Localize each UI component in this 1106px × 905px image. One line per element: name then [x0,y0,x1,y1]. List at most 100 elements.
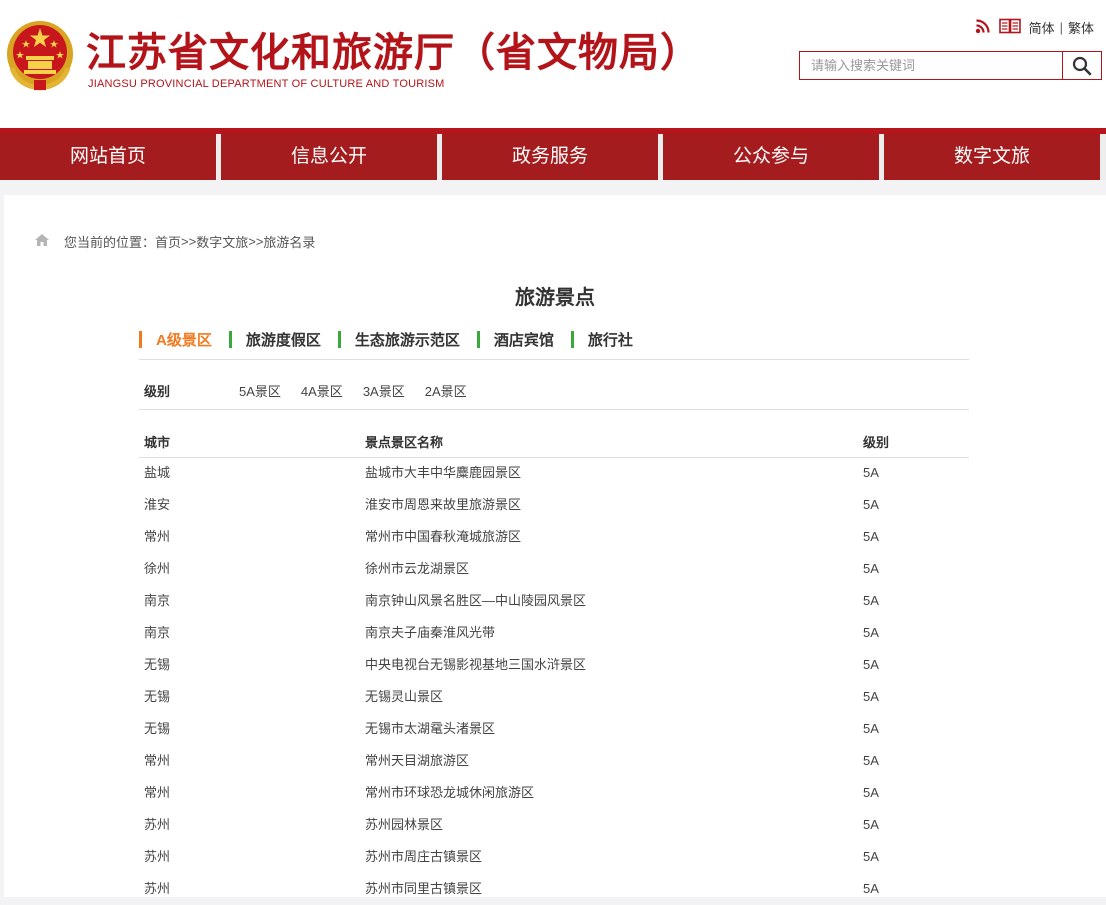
tab-marker [337,331,341,348]
tab-label: A级景区 [156,332,212,349]
city-cell: 常州 [144,753,171,768]
nav-item-public-participation[interactable]: 公众参与 [663,134,879,180]
breadcrumb-separator: >> [248,234,264,249]
nav-item-home[interactable]: 网站首页 [0,134,216,180]
category-tabs: A级景区 旅游度假区 生态旅游示范区 酒店宾馆 旅行社 [139,329,650,350]
breadcrumb-home[interactable]: 首页 [155,232,181,251]
nav-item-info-disclosure[interactable]: 信息公开 [221,134,437,180]
scenic-name-link[interactable]: 苏州市同里古镇景区 [365,873,482,905]
table-row: 常州 常州市环球恐龙城休闲旅游区 5A [139,777,969,809]
rss-icon[interactable] [975,18,991,37]
level-cell: 5A [863,497,879,512]
table-row: 无锡 无锡灵山景区 5A [139,681,969,713]
scenic-name-link[interactable]: 盐城市大丰中华麋鹿园景区 [365,457,521,489]
scenic-name-link[interactable]: 常州市环球恐龙城休闲旅游区 [365,777,534,809]
table-row: 无锡 中央电视台无锡影视基地三国水浒景区 5A [139,649,969,681]
city-cell: 徐州 [144,561,171,576]
book-icon[interactable] [998,18,1021,37]
site-title[interactable]: 江苏省文化和旅游厅（省文物局） [86,20,701,78]
column-header-level: 级别 [863,435,890,450]
page-title: 旅游景点 [515,287,595,309]
scenic-name-link[interactable]: 苏州市周庄古镇景区 [365,841,482,873]
scenic-name-link[interactable]: 淮安市周恩来故里旅游景区 [365,489,521,521]
level-cell: 5A [863,657,879,672]
level-cell: 5A [863,785,879,800]
level-cell: 5A [863,817,879,832]
scenic-name-link[interactable]: 中央电视台无锡影视基地三国水浒景区 [365,649,586,681]
table-row: 苏州 苏州市同里古镇景区 5A [139,873,969,905]
search-button[interactable] [1062,52,1101,79]
tab-resort[interactable]: 旅游度假区 [228,329,321,350]
national-emblem-icon[interactable] [4,18,76,94]
city-cell: 无锡 [144,689,171,704]
tab-label: 旅游度假区 [245,332,321,349]
tab-eco-demo-zone[interactable]: 生态旅游示范区 [337,329,460,350]
scenic-name-link[interactable]: 常州市中国春秋淹城旅游区 [365,521,521,553]
scenic-name-link[interactable]: 徐州市云龙湖景区 [365,553,469,585]
divider [139,359,969,360]
breadcrumb-tourism-directory[interactable]: 旅游名录 [263,232,315,251]
level-option-4a[interactable]: 4A景区 [301,381,343,400]
table-row: 南京 南京夫子庙秦淮风光带 5A [139,617,969,649]
language-separator: | [1059,20,1063,35]
traditional-chinese-link[interactable]: 繁体 [1068,18,1094,37]
city-cell: 盐城 [144,465,171,480]
search-icon [1072,56,1092,75]
scenic-name-link[interactable]: 苏州园林景区 [365,809,443,841]
level-cell: 5A [863,881,879,896]
city-cell: 常州 [144,785,171,800]
scenic-name-link[interactable]: 无锡灵山景区 [365,681,443,713]
search-input[interactable] [800,52,1062,79]
table-row: 常州 常州天目湖旅游区 5A [139,745,969,777]
site-subtitle: JIANGSU PROVINCIAL DEPARTMENT OF CULTURE… [88,78,445,90]
nav-item-gov-services[interactable]: 政务服务 [442,134,658,180]
site-header: 江苏省文化和旅游厅（省文物局） JIANGSU PROVINCIAL DEPAR… [0,0,1106,128]
level-option-3a[interactable]: 3A景区 [363,381,405,400]
level-cell: 5A [863,625,879,640]
tab-a-level-scenic[interactable]: A级景区 [139,329,212,350]
scenic-name-link[interactable]: 常州天目湖旅游区 [365,745,469,777]
table-row: 南京 南京钟山风景名胜区—中山陵园风景区 5A [139,585,969,617]
table-row: 常州 常州市中国春秋淹城旅游区 5A [139,521,969,553]
scenic-table-body: 盐城 盐城市大丰中华麋鹿园景区 5A 淮安 淮安市周恩来故里旅游景区 5A 常州 常州市中国春… [139,457,969,905]
level-cell: 5A [863,689,879,704]
table-row: 苏州 苏州园林景区 5A [139,809,969,841]
top-links: 简体 | 繁体 [975,18,1094,37]
search-box [799,51,1102,80]
scenic-name-link[interactable]: 南京钟山风景名胜区—中山陵园风景区 [365,585,586,617]
breadcrumb-separator: >> [181,234,197,249]
tab-marker [228,331,232,348]
simplified-chinese-link[interactable]: 简体 [1029,18,1055,37]
level-filter: 级别 5A景区 4A景区 3A景区 2A景区 [144,381,487,400]
level-cell: 5A [863,849,879,864]
home-icon[interactable] [34,233,50,250]
nav-item-digital-tourism[interactable]: 数字文旅 [884,134,1100,180]
city-cell: 苏州 [144,849,171,864]
column-header-city: 城市 [144,435,171,450]
tab-travel-agency[interactable]: 旅行社 [570,329,633,350]
tab-label: 旅行社 [587,332,633,349]
breadcrumb-prefix: 您当前的位置： [64,235,156,250]
tab-marker [570,331,574,348]
city-cell: 无锡 [144,721,171,736]
table-row: 淮安 淮安市周恩来故里旅游景区 5A [139,489,969,521]
tab-hotels[interactable]: 酒店宾馆 [476,329,554,350]
table-row: 盐城 盐城市大丰中华麋鹿园景区 5A [139,457,969,489]
level-option-5a[interactable]: 5A景区 [239,381,281,400]
main-nav: 网站首页 信息公开 政务服务 公众参与 数字文旅 [0,128,1106,180]
column-header-name: 景点景区名称 [365,435,444,450]
table-row: 苏州 苏州市周庄古镇景区 5A [139,841,969,873]
level-cell: 5A [863,753,879,768]
city-cell: 无锡 [144,657,171,672]
level-cell: 5A [863,561,879,576]
level-option-2a[interactable]: 2A景区 [425,381,467,400]
level-cell: 5A [863,593,879,608]
breadcrumb-digital-tourism[interactable]: 数字文旅 [196,232,248,251]
main-content: 您当前的位置： 首页 >> 数字文旅 >> 旅游名录 旅游景点 A级景区 旅游度… [4,195,1106,897]
scenic-name-link[interactable]: 南京夫子庙秦淮风光带 [365,617,495,649]
scenic-name-link[interactable]: 无锡市太湖鼋头渚景区 [365,713,495,745]
table-row: 徐州 徐州市云龙湖景区 5A [139,553,969,585]
nav-divider [1100,134,1106,180]
city-cell: 苏州 [144,881,171,896]
level-cell: 5A [863,465,879,480]
